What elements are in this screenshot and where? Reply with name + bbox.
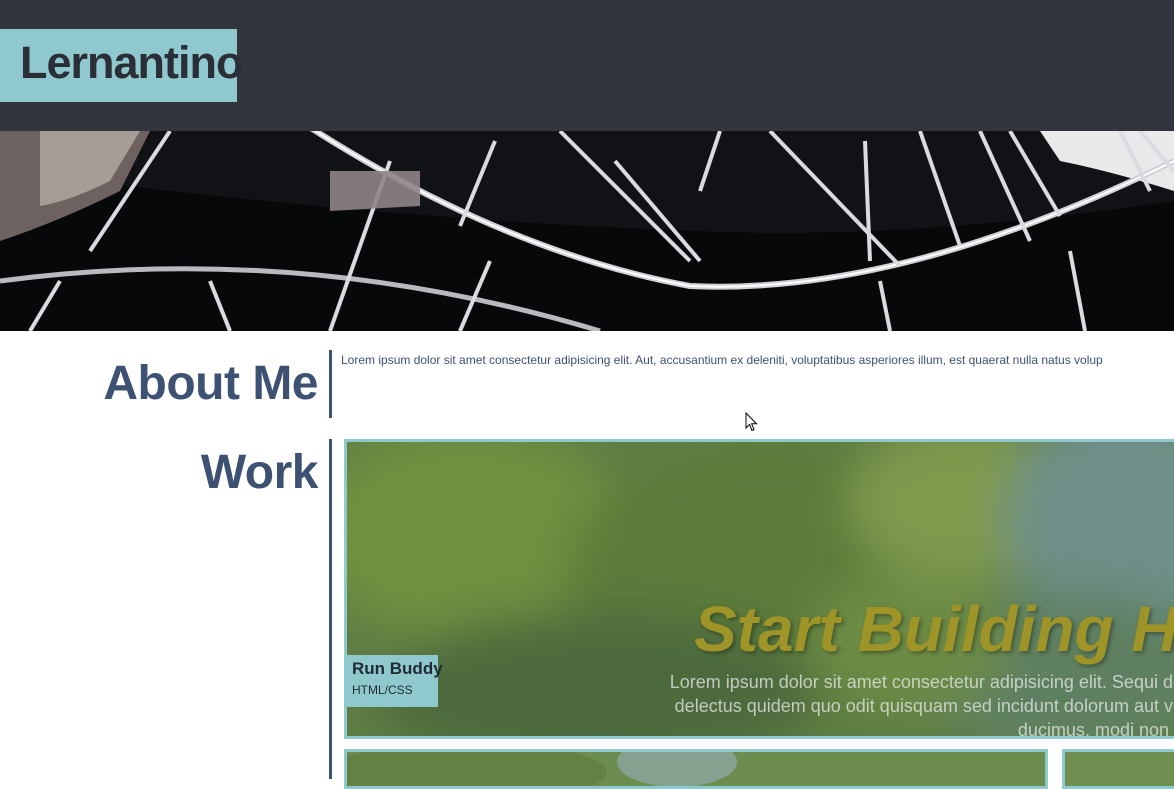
work-divider: [329, 439, 332, 779]
work-card-background: [1065, 752, 1174, 786]
work-heading: Work: [200, 446, 319, 499]
mouse-cursor-icon: [745, 412, 758, 432]
featured-work-card[interactable]: Start Building H Lorem ipsum dolor sit a…: [344, 439, 1174, 739]
work-card[interactable]: [1062, 749, 1174, 789]
about-heading: About Me: [103, 357, 318, 410]
project-tech: HTML/CSS: [352, 683, 413, 697]
featured-body-line: ducimus, modi non c: [1017, 720, 1174, 739]
featured-headline: Start Building H: [694, 593, 1174, 665]
featured-body-line: Lorem ipsum dolor sit amet consectetur a…: [669, 672, 1174, 692]
brand-title[interactable]: Lernantino: [20, 37, 243, 89]
featured-body: Lorem ipsum dolor sit amet consectetur a…: [623, 670, 1174, 739]
work-card-background: [347, 752, 1045, 786]
featured-body-line: delectus quidem quo odit quisquam sed in…: [674, 696, 1174, 716]
project-title[interactable]: Run Buddy: [352, 659, 443, 679]
about-text: Lorem ipsum dolor sit amet consectetur a…: [341, 353, 1103, 367]
hero-architecture-graphic: [0, 131, 1174, 331]
site-header: Lernantino: [0, 0, 1174, 131]
work-card[interactable]: [344, 749, 1048, 789]
project-label[interactable]: Run Buddy HTML/CSS: [347, 655, 443, 707]
brand-box[interactable]: Lernantino: [0, 29, 243, 102]
hero-image: [0, 131, 1174, 331]
about-divider: [329, 350, 332, 418]
